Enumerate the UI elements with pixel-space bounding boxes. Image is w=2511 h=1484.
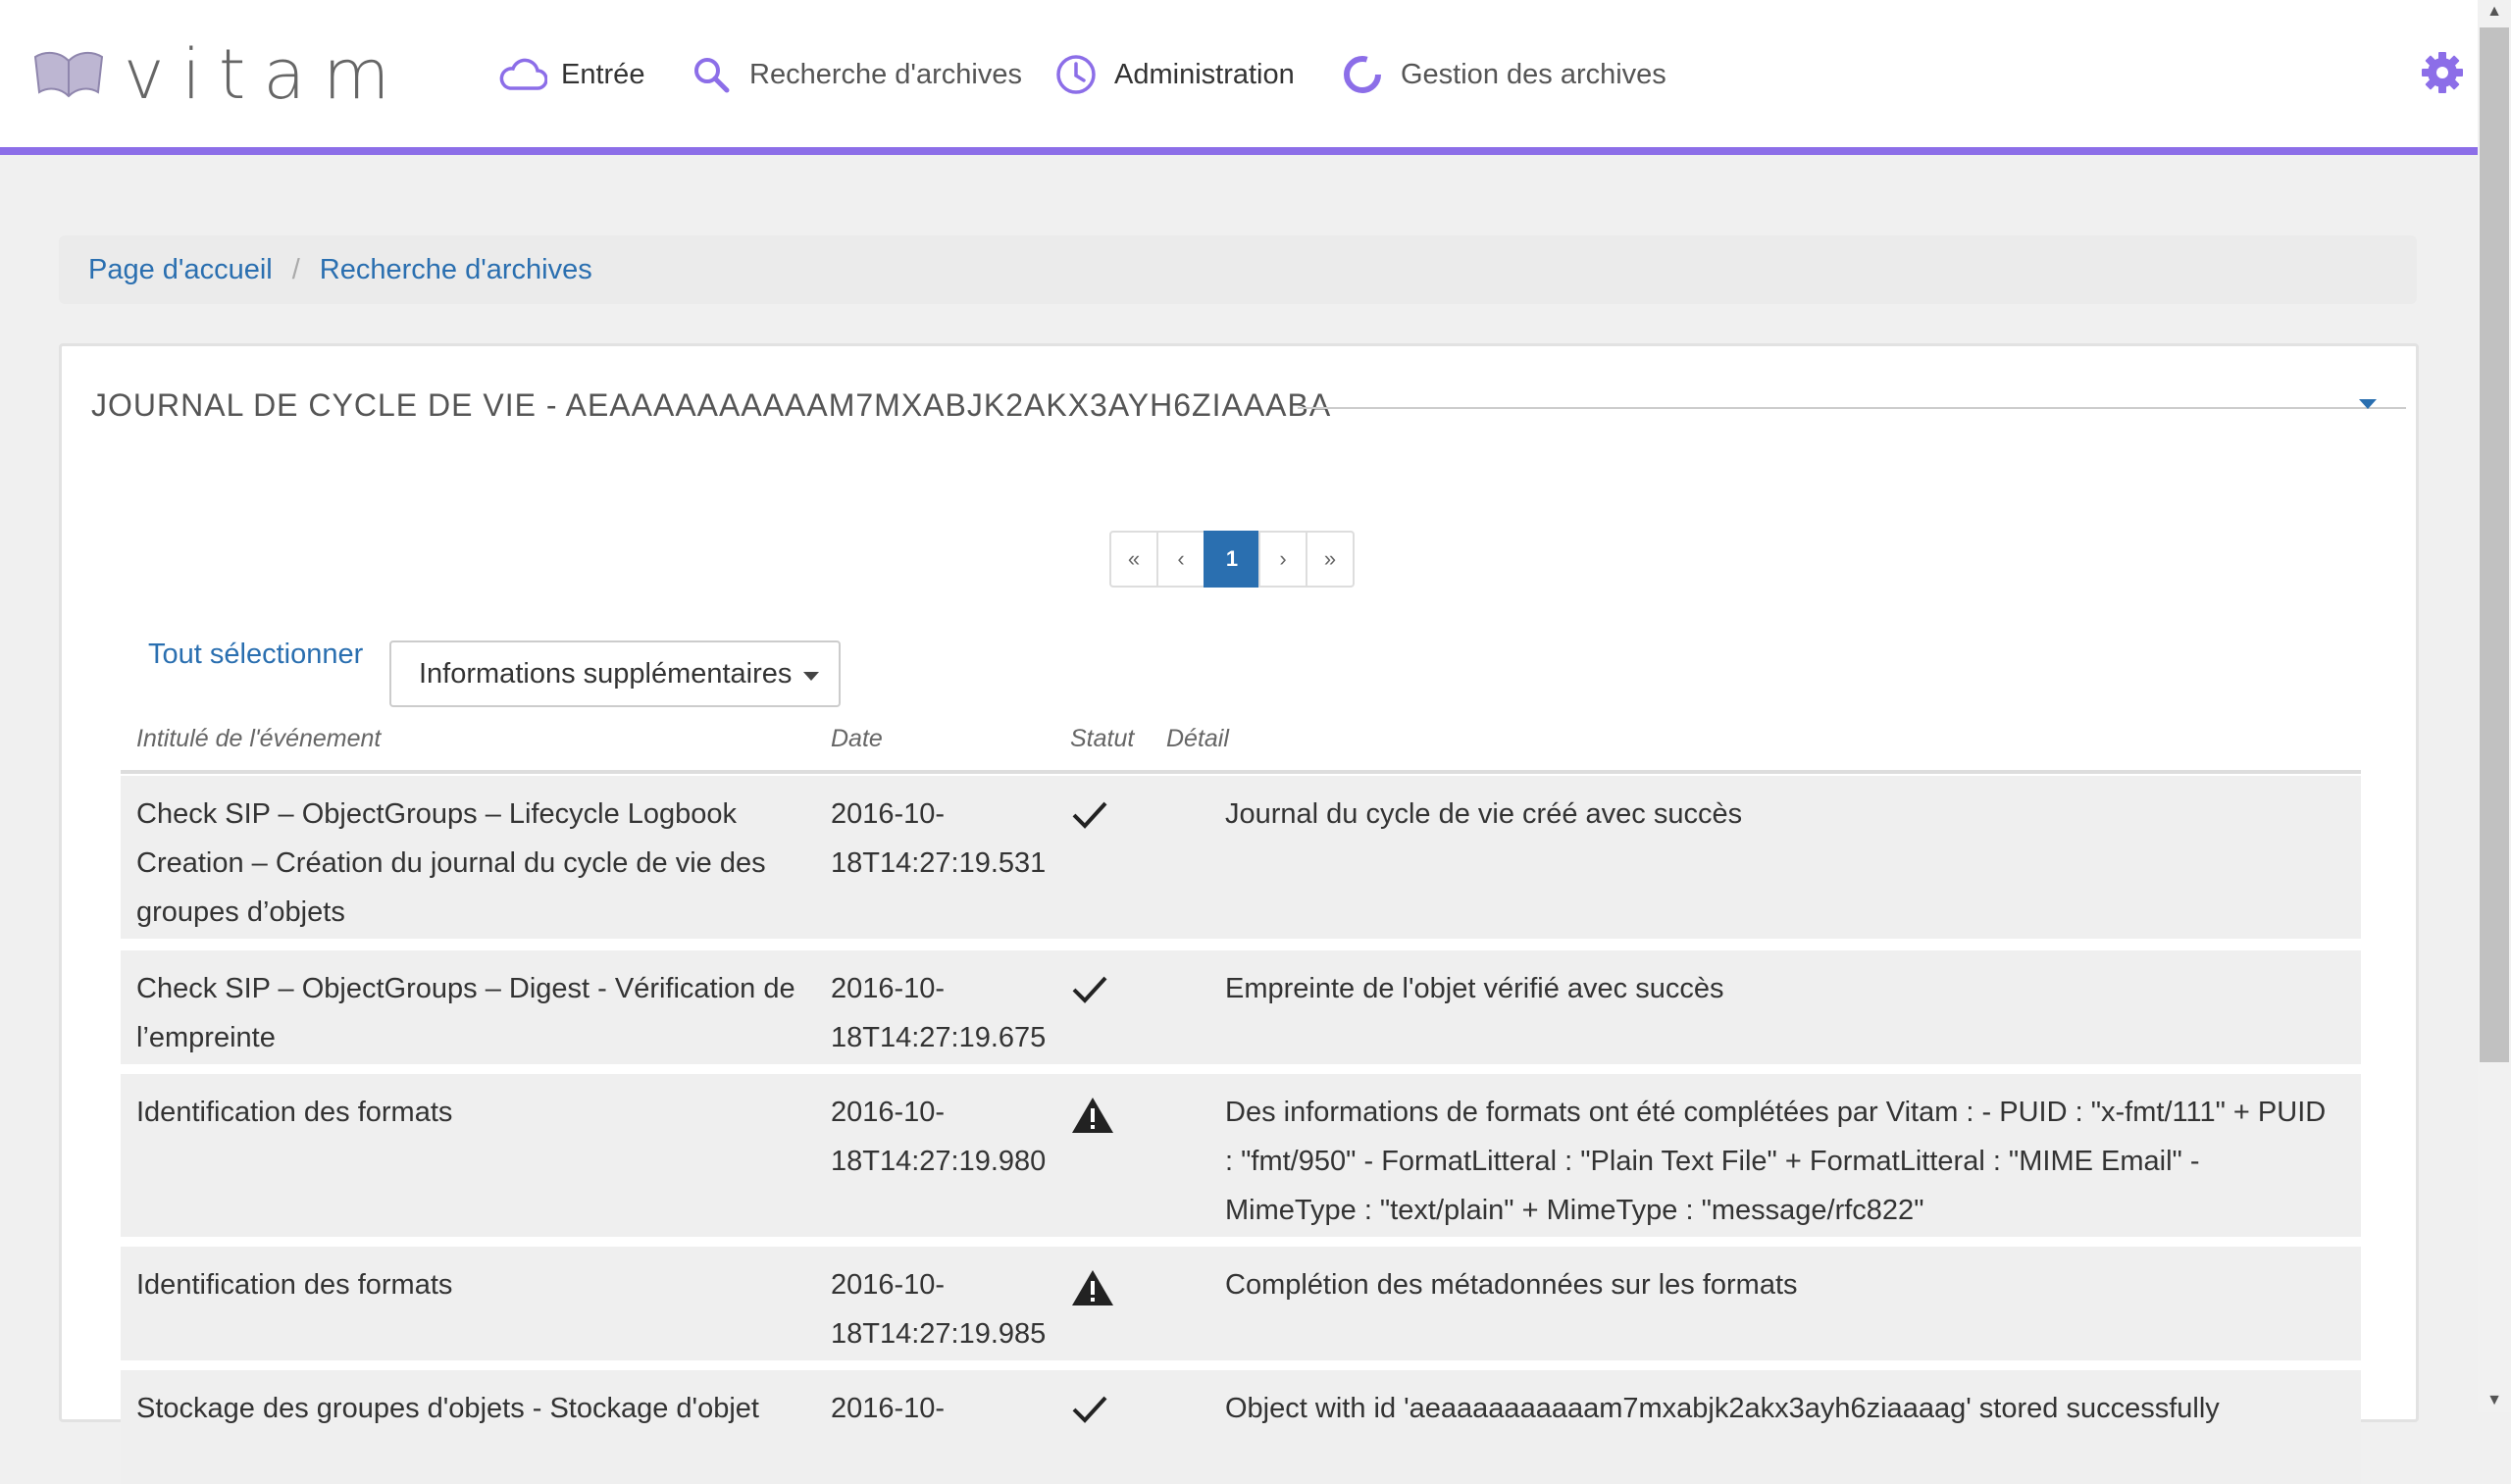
column-header-detail: Détail: [1166, 725, 1229, 752]
table-header-divider: [121, 770, 2361, 774]
event-detail: Des informations de formats ont été comp…: [1225, 1097, 2327, 1226]
column-header-status: Statut: [1070, 725, 1135, 752]
pagination-next[interactable]: ›: [1258, 531, 1307, 588]
nav-administration[interactable]: Administration: [1051, 47, 1295, 102]
event-label: Check SIP – ObjectGroups – Lifecycle Log…: [136, 798, 766, 928]
table-row[interactable]: Identification des formats 2016-10-18T14…: [121, 1247, 2361, 1360]
event-label: Check SIP – ObjectGroups – Digest - Véri…: [136, 973, 795, 1053]
dropdown-label: Informations supplémentaires: [419, 657, 793, 690]
breadcrumb-separator: /: [291, 253, 300, 285]
event-label: Identification des formats: [136, 1269, 453, 1301]
nav-entree-label: Entrée: [561, 58, 645, 90]
logo-text: vitam: [124, 34, 408, 115]
breadcrumb: Page d'accueil / Recherche d'archives: [59, 235, 2417, 304]
panel-title-divider: [1298, 407, 2406, 409]
pagination-last[interactable]: »: [1306, 531, 1355, 588]
page-scrollbar[interactable]: ▲ ▼: [2478, 0, 2511, 1412]
select-all-link[interactable]: Tout sélectionner: [148, 639, 363, 671]
event-date: 2016-10-: [831, 1393, 946, 1424]
event-detail: Object with id 'aeaaaaaaaaaam7mxabjk2akx…: [1225, 1393, 2220, 1424]
table-row[interactable]: Check SIP – ObjectGroups – Digest - Véri…: [121, 950, 2361, 1064]
panel-title: JOURNAL DE CYCLE DE VIE - AEAAAAAAAAAAM7…: [91, 387, 1332, 423]
event-date: 2016-10-18T14:27:19.980: [831, 1097, 1047, 1177]
nav-recherche[interactable]: Recherche d'archives: [687, 47, 1022, 102]
search-icon: [687, 50, 736, 99]
chevron-down-icon: [803, 672, 819, 681]
event-detail: Journal du cycle de vie créé avec succès: [1225, 798, 1743, 830]
checkmark-icon: [1070, 972, 1119, 1023]
column-header-date: Date: [831, 725, 883, 752]
column-header-event: Intitulé de l'événement: [136, 725, 382, 752]
additional-info-dropdown[interactable]: Informations supplémentaires: [389, 640, 841, 707]
pagination: « ‹ 1 › »: [1109, 531, 1355, 588]
scrollbar-thumb[interactable]: [2480, 27, 2509, 1062]
open-book-icon: [33, 51, 104, 98]
table-row[interactable]: Identification des formats 2016-10-18T14…: [121, 1074, 2361, 1237]
nav-gestion[interactable]: Gestion des archives: [1338, 47, 1666, 102]
warning-icon: [1070, 1096, 1119, 1151]
breadcrumb-home-link[interactable]: Page d'accueil: [88, 254, 273, 286]
cloud-icon: [498, 50, 547, 99]
vitam-logo[interactable]: vitam: [33, 35, 407, 114]
nav-administration-label: Administration: [1114, 58, 1295, 90]
nav-gestion-label: Gestion des archives: [1401, 58, 1666, 90]
breadcrumb-current-link[interactable]: Recherche d'archives: [320, 254, 592, 286]
gear-icon[interactable]: [2419, 49, 2468, 98]
event-detail: Complétion des métadonnées sur les forma…: [1225, 1269, 1798, 1301]
top-header: vitam Entrée Recherche d'archives Admini…: [0, 0, 2478, 155]
event-label: Stockage des groupes d'objets - Stockage…: [136, 1393, 759, 1424]
scroll-up-arrow[interactable]: ▲: [2478, 0, 2511, 24]
lifecycle-panel: JOURNAL DE CYCLE DE VIE - AEAAAAAAAAAAM7…: [59, 343, 2419, 1484]
pagination-first[interactable]: «: [1109, 531, 1158, 588]
pagination-current-page[interactable]: 1: [1204, 531, 1260, 588]
table-row[interactable]: Stockage des groupes d'objets - Stockage…: [121, 1370, 2361, 1484]
scroll-down-arrow[interactable]: ▼: [2478, 1389, 2511, 1412]
event-date: 2016-10-18T14:27:19.675: [831, 973, 1047, 1053]
checkmark-icon: [1070, 1392, 1119, 1443]
collapse-caret-icon[interactable]: [2359, 399, 2377, 409]
warning-icon: [1070, 1268, 1119, 1323]
pagination-prev[interactable]: ‹: [1156, 531, 1205, 588]
nav-entree[interactable]: Entrée: [498, 47, 644, 102]
table-row[interactable]: Check SIP – ObjectGroups – Lifecycle Log…: [121, 776, 2361, 939]
event-label: Identification des formats: [136, 1097, 453, 1128]
clock-icon: [1051, 50, 1101, 99]
nav-recherche-label: Recherche d'archives: [749, 58, 1022, 90]
event-date: 2016-10-18T14:27:19.985: [831, 1269, 1047, 1350]
circle-progress-icon: [1338, 50, 1387, 99]
event-detail: Empreinte de l'objet vérifié avec succès: [1225, 973, 1724, 1004]
event-date: 2016-10-18T14:27:19.531: [831, 798, 1047, 879]
checkmark-icon: [1070, 797, 1119, 848]
